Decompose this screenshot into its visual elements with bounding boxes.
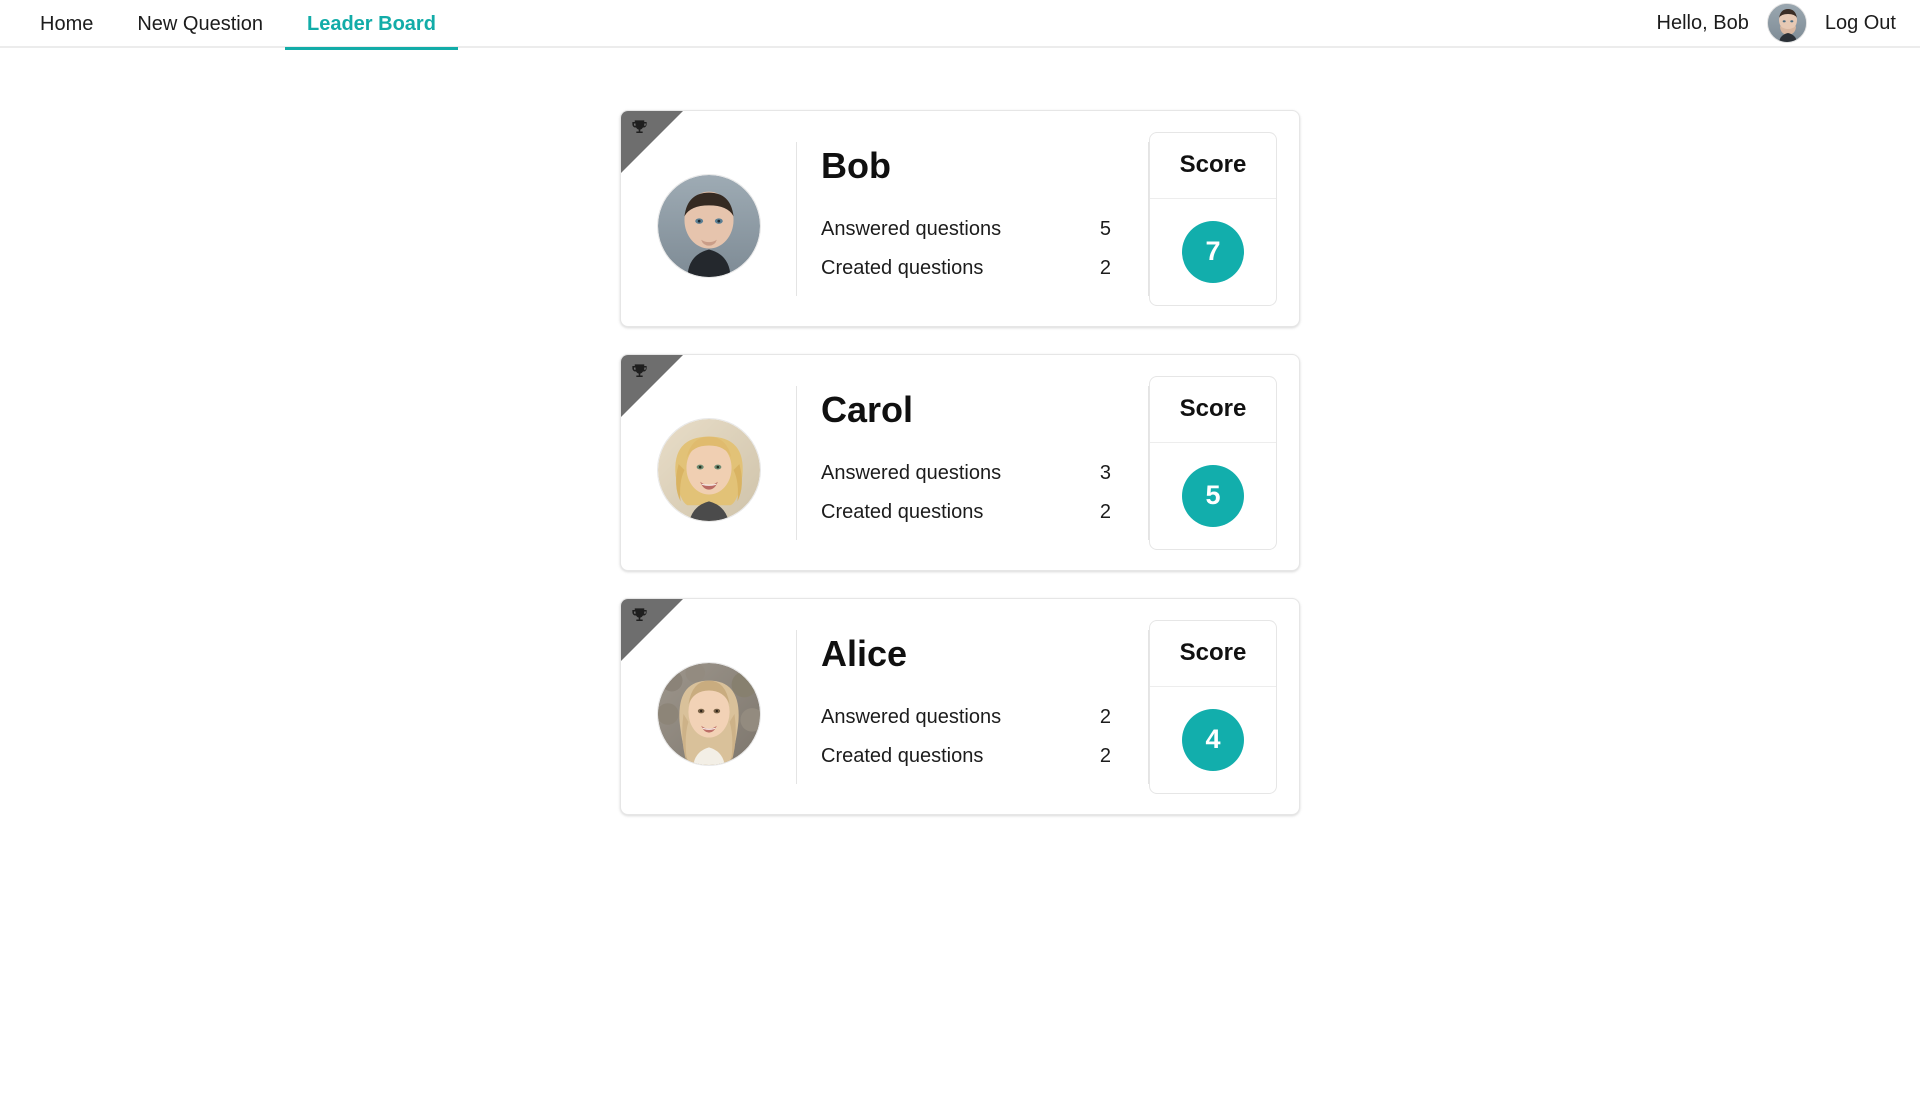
nav-links: Home New Question Leader Board xyxy=(0,0,458,50)
created-label: Created questions xyxy=(821,256,984,279)
nav-item-new-question[interactable]: New Question xyxy=(115,0,285,48)
trophy-icon xyxy=(629,361,649,381)
user-avatar xyxy=(656,173,761,278)
user-name: Alice xyxy=(821,632,908,674)
answered-value: 2 xyxy=(1099,705,1111,728)
created-value: 2 xyxy=(1099,500,1111,523)
stat-row-created: Created questions 2 xyxy=(821,745,1148,768)
user-info: Carol Answered questions 3 Created quest… xyxy=(797,386,1148,540)
stat-row-answered: Answered questions 3 xyxy=(821,462,1148,485)
answered-label: Answered questions xyxy=(821,217,1002,240)
user-stats: Answered questions 2 Created questions 2 xyxy=(821,706,1148,768)
stat-row-created: Created questions 2 xyxy=(821,501,1148,524)
nav-item-leader-board[interactable]: Leader Board xyxy=(284,0,458,50)
leaderboard-card[interactable]: Alice Answered questions 2 Created quest… xyxy=(620,598,1300,815)
user-info: Bob Answered questions 5 Created questio… xyxy=(797,142,1148,296)
greeting-text: Hello, Bob xyxy=(1656,11,1749,34)
user-avatar xyxy=(656,661,761,766)
answered-label: Answered questions xyxy=(821,705,1002,728)
score-box: Score 7 xyxy=(1149,131,1277,306)
stat-row-created: Created questions 2 xyxy=(821,257,1148,280)
user-stats: Answered questions 3 Created questions 2 xyxy=(821,462,1148,524)
user-avatar xyxy=(1766,3,1807,43)
score-title: Score xyxy=(1150,133,1276,199)
created-value: 2 xyxy=(1099,256,1111,279)
score-title: Score xyxy=(1150,377,1276,443)
nav-item-home[interactable]: Home xyxy=(18,0,115,48)
score-cell: Score 7 xyxy=(1149,111,1299,326)
answered-label: Answered questions xyxy=(821,461,1002,484)
score-body: 7 xyxy=(1150,199,1276,305)
score-body: 4 xyxy=(1150,687,1276,793)
score-box: Score 4 xyxy=(1149,619,1277,794)
score-badge: 5 xyxy=(1182,464,1244,527)
leaderboard-card[interactable]: Carol Answered questions 3 Created quest… xyxy=(620,354,1300,571)
leaderboard-list: Bob Answered questions 5 Created questio… xyxy=(0,48,1920,815)
created-value: 2 xyxy=(1099,744,1111,767)
top-navbar: Home New Question Leader Board Hello, Bo… xyxy=(0,0,1920,50)
user-name: Bob xyxy=(821,144,891,186)
stat-row-answered: Answered questions 2 xyxy=(821,706,1148,729)
user-info: Alice Answered questions 2 Created quest… xyxy=(797,630,1148,784)
score-title: Score xyxy=(1150,621,1276,687)
user-name: Carol xyxy=(821,388,914,430)
logout-button[interactable]: Log Out xyxy=(1825,12,1896,35)
score-cell: Score 5 xyxy=(1149,355,1299,570)
created-label: Created questions xyxy=(821,500,984,523)
answered-value: 3 xyxy=(1099,461,1111,484)
score-badge: 4 xyxy=(1182,708,1244,771)
trophy-icon xyxy=(629,117,649,137)
score-box: Score 5 xyxy=(1149,375,1277,550)
trophy-icon xyxy=(629,605,649,625)
created-label: Created questions xyxy=(821,744,984,767)
stat-row-answered: Answered questions 5 xyxy=(821,218,1148,241)
score-cell: Score 4 xyxy=(1149,599,1299,814)
user-avatar xyxy=(656,417,761,522)
leaderboard-card[interactable]: Bob Answered questions 5 Created questio… xyxy=(620,110,1300,327)
score-badge: 7 xyxy=(1182,220,1244,283)
score-body: 5 xyxy=(1150,443,1276,549)
answered-value: 5 xyxy=(1099,217,1111,240)
nav-user-area: Hello, Bob Log Out xyxy=(1657,0,1920,46)
user-stats: Answered questions 5 Created questions 2 xyxy=(821,218,1148,280)
